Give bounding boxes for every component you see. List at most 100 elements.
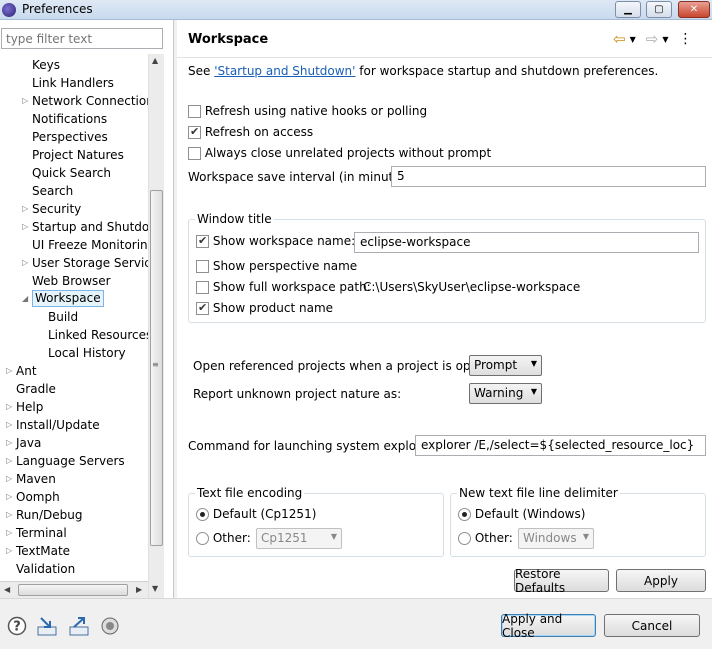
workspace-preference-page: Workspace ⇦ ▼ ⇨ ▼ ⋮ See 'Startup and Shu… xyxy=(177,20,712,598)
refresh-native-option[interactable]: Refresh using native hooks or polling xyxy=(188,104,427,118)
report-unknown-label: Report unknown project nature as: xyxy=(193,387,402,401)
tree-item-label: Validation xyxy=(16,562,76,576)
show-full-path-option[interactable]: Show full workspace path: xyxy=(196,280,371,294)
refresh-access-option[interactable]: Refresh on access xyxy=(188,125,313,139)
preference-tree: Keys Link Handlers ▷ Network Connections Not… xyxy=(0,54,148,598)
tree-item-label: Project Natures xyxy=(32,148,124,162)
delimiter-default-radio[interactable] xyxy=(458,508,471,521)
tree-item-label: Startup and Shutdown xyxy=(32,220,148,234)
filter-input[interactable] xyxy=(1,28,163,49)
tree-item-label: Run/Debug xyxy=(16,508,83,522)
help-icon[interactable]: ? xyxy=(6,615,28,637)
expand-arrow-icon[interactable]: ▷ xyxy=(6,488,16,506)
encoding-other-option[interactable]: Other: xyxy=(196,531,251,545)
tree-item-label: Ant xyxy=(16,364,37,378)
show-full-path-checkbox[interactable] xyxy=(196,281,209,294)
scroll-down-icon[interactable]: ▼ xyxy=(152,584,158,593)
open-referenced-combo[interactable]: Prompt ▼ xyxy=(469,355,542,376)
show-product-name-option[interactable]: Show product name xyxy=(196,301,333,315)
show-product-name-checkbox[interactable] xyxy=(196,301,209,315)
import-icon[interactable] xyxy=(36,615,58,637)
expand-arrow-icon[interactable]: ▷ xyxy=(6,452,16,470)
hscroll-thumb[interactable] xyxy=(18,584,128,596)
show-workspace-name-option[interactable]: Show workspace name: xyxy=(196,234,355,248)
grip-icon: ≡ xyxy=(152,360,159,369)
window-title-legend: Window title xyxy=(195,212,274,226)
back-dropdown-icon[interactable]: ▼ xyxy=(630,35,636,44)
history-nav: ⇦ ▼ ⇨ ▼ ⋮ xyxy=(613,30,692,48)
view-menu-icon[interactable]: ⋮ xyxy=(678,31,692,47)
window-title: Preferences xyxy=(22,2,93,16)
encoding-other-value: Cp1251 xyxy=(261,531,308,545)
delimiter-other-combo[interactable]: Windows ▼ xyxy=(518,528,594,549)
tree-horizontal-scrollbar[interactable]: ◀ ▶ xyxy=(0,581,148,598)
tree-item-label: Network Connections xyxy=(32,94,148,108)
delimiter-other-radio[interactable] xyxy=(458,532,471,545)
full-path-value: C:\Users\SkyUser\eclipse-workspace xyxy=(363,280,581,294)
intro-suffix: for workspace startup and shutdown prefe… xyxy=(355,64,659,78)
expand-arrow-icon[interactable]: ▷ xyxy=(6,470,16,488)
refresh-native-checkbox[interactable] xyxy=(188,105,201,118)
expand-arrow-icon[interactable]: ▷ xyxy=(22,200,32,218)
tree-item-label: Terminal xyxy=(16,526,67,540)
always-close-option[interactable]: Always close unrelated projects without … xyxy=(188,146,491,160)
scroll-left-icon[interactable]: ◀ xyxy=(4,585,10,594)
apply-and-close-button[interactable]: Apply and Close xyxy=(501,612,596,640)
always-close-checkbox[interactable] xyxy=(188,147,201,160)
tree-vertical-scrollbar[interactable]: ▲ ≡ ▼ xyxy=(148,54,164,598)
encoding-default-radio[interactable] xyxy=(196,508,209,521)
show-workspace-name-checkbox[interactable] xyxy=(196,234,209,248)
show-perspective-name-option[interactable]: Show perspective name xyxy=(196,259,357,273)
encoding-default-option[interactable]: Default (Cp1251) xyxy=(196,507,316,521)
expand-arrow-icon[interactable]: ▷ xyxy=(6,434,16,452)
command-input[interactable]: explorer /E,/select=${selected_resource_… xyxy=(415,435,706,456)
expand-arrow-icon[interactable]: ▷ xyxy=(6,416,16,434)
svg-text:?: ? xyxy=(13,620,21,635)
expand-arrow-icon[interactable]: ▷ xyxy=(22,218,32,236)
expand-arrow-icon[interactable]: ▷ xyxy=(6,398,16,416)
minimize-button[interactable]: ▁ xyxy=(615,1,641,18)
save-interval-input[interactable]: 5 xyxy=(391,166,706,187)
save-interval-label: Workspace save interval (in minutes): xyxy=(188,170,416,184)
startup-shutdown-link[interactable]: 'Startup and Shutdown' xyxy=(214,64,355,78)
encoding-other-radio[interactable] xyxy=(196,532,209,545)
close-button[interactable]: ✕ xyxy=(678,1,710,18)
cancel-button[interactable]: Cancel xyxy=(604,614,700,637)
scroll-up-icon[interactable]: ▲ xyxy=(152,56,158,65)
expand-arrow-icon[interactable]: ▷ xyxy=(6,524,16,542)
encoding-other-label: Other: xyxy=(212,531,251,545)
expand-arrow-icon[interactable]: ▷ xyxy=(6,542,16,560)
show-perspective-name-checkbox[interactable] xyxy=(196,260,209,273)
refresh-access-checkbox[interactable] xyxy=(188,125,201,139)
tree-item-label: Keys xyxy=(32,58,61,72)
back-arrow-icon[interactable]: ⇦ xyxy=(613,30,626,48)
encoding-other-combo[interactable]: Cp1251 ▼ xyxy=(256,528,342,549)
expand-arrow-icon[interactable]: ▷ xyxy=(6,362,16,380)
tree-item-label: Search xyxy=(32,184,74,198)
text-encoding-legend: Text file encoding xyxy=(195,486,305,500)
restore-defaults-button[interactable]: Restore Defaults xyxy=(514,567,609,595)
refresh-native-label: Refresh using native hooks or polling xyxy=(204,104,428,118)
command-label: Command for launching system explorer: xyxy=(188,439,437,453)
preference-tree-panel: KeysLink Handlers▷Network ConnectionsNot… xyxy=(0,20,174,598)
open-referenced-label: Open referenced projects when a project … xyxy=(193,359,505,373)
expand-arrow-icon[interactable]: ▷ xyxy=(6,506,16,524)
oomph-record-icon[interactable] xyxy=(99,615,121,637)
tree-item-label: Gradle xyxy=(16,382,56,396)
report-unknown-combo[interactable]: Warning ▼ xyxy=(469,383,542,404)
maximize-button[interactable]: ▢ xyxy=(646,1,672,18)
forward-arrow-icon[interactable]: ⇨ xyxy=(646,30,659,48)
export-icon[interactable] xyxy=(68,615,90,637)
expand-arrow-icon[interactable]: ▷ xyxy=(22,92,32,110)
delimiter-other-option[interactable]: Other: xyxy=(458,531,513,545)
delimiter-default-option[interactable]: Default (Windows) xyxy=(458,507,585,521)
forward-dropdown-icon[interactable]: ▼ xyxy=(662,35,668,44)
apply-button[interactable]: Apply xyxy=(616,569,706,592)
eclipse-icon xyxy=(2,3,16,17)
expand-arrow-icon[interactable]: ▷ xyxy=(22,254,32,272)
open-referenced-value: Prompt xyxy=(474,358,518,372)
chevron-down-icon: ▼ xyxy=(330,532,337,541)
expanded-arrow-icon[interactable]: ◢ xyxy=(22,290,32,308)
workspace-name-input[interactable]: eclipse-workspace xyxy=(354,232,699,253)
scroll-right-icon[interactable]: ▶ xyxy=(136,585,142,594)
